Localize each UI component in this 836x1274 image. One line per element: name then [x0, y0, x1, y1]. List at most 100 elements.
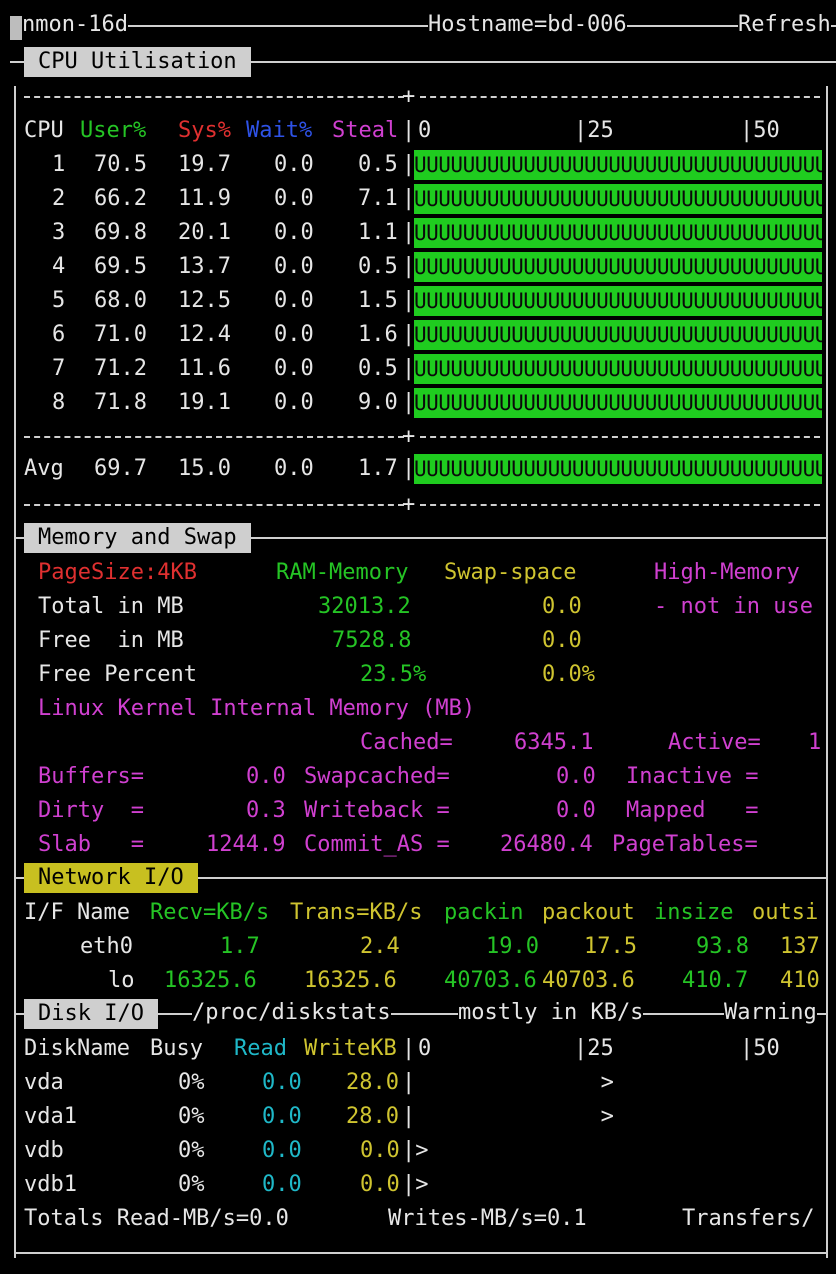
memory-total-row: Total in MB 32013.2 0.0 - not in use [0, 590, 836, 624]
total-label: Total in MB [38, 594, 184, 619]
cpu-steal: 1.1 [358, 220, 398, 245]
swap-header: Swap-space [444, 560, 577, 585]
cpu-wait: 0.0 [274, 356, 314, 381]
active-label: Active= [668, 730, 761, 755]
cpu-wait: 0.0 [274, 152, 314, 177]
totals-read: Totals Read-MB/s=0.0 [24, 1206, 289, 1231]
free-percent-swap: 0.0% [542, 662, 595, 687]
cpu-sys: 12.5 [178, 288, 231, 313]
disk-row: vdb1 0% 0.0 0.0 |> [0, 1168, 836, 1202]
avg-steal: 1.7 [358, 456, 398, 481]
memory-free-row: Free in MB 7528.8 0.0 [0, 624, 836, 658]
slab-label: Slab = [38, 832, 144, 857]
insize-header: insize [654, 900, 734, 925]
cpu-usage-bar: UUUUUUUUUUUUUUUUUUUUUUUUUUUUUUUUUUUUUUUU… [414, 286, 822, 316]
disk-write: 0.0 [360, 1172, 400, 1197]
memory-section-header: Memory and Swap [0, 520, 836, 554]
cpu-user: 71.0 [94, 322, 147, 347]
packin-header: packin [444, 900, 524, 925]
disk-name: vdb1 [24, 1172, 77, 1197]
cpu-wait: 0.0 [274, 390, 314, 415]
totals-transfers: Transfers/ [682, 1206, 815, 1231]
disk-read: 0.0 [262, 1172, 302, 1197]
totals-writes: Writes-MB/s=0.1 [388, 1206, 587, 1231]
high-memory-status: - not in use [654, 594, 813, 619]
cpu-id: 8 [52, 390, 66, 415]
busy-header: Busy [150, 1036, 203, 1061]
disk-read: 0.0 [262, 1104, 302, 1129]
cpu-id: 5 [52, 288, 66, 313]
iface-packout: 17.5 [584, 934, 637, 959]
cpu-mid-rule: + [0, 420, 836, 454]
swapcached-value: 0.0 [556, 764, 596, 789]
kernel-cached-row: Cached= 6345.1 Active= 1 [0, 726, 836, 760]
cpu-sys: 19.7 [178, 152, 231, 177]
iface-trans: 2.4 [360, 934, 400, 959]
dirty-label: Dirty = [38, 798, 144, 823]
disk-section-title: Disk I/O [24, 999, 158, 1029]
memory-freepct-row: Free Percent 23.5% 0.0% [0, 658, 836, 692]
cpu-usage-bar: UUUUUUUUUUUUUUUUUUUUUUUUUUUUUUUUUUUUUUUU… [414, 320, 822, 350]
iface-packin: 19.0 [486, 934, 539, 959]
cpu-wait: 0.0 [274, 220, 314, 245]
wait-col-header: Wait% [246, 118, 313, 143]
memory-section-title: Memory and Swap [24, 523, 251, 553]
free-percent-ram: 23.5% [360, 662, 427, 687]
packout-header: packout [542, 900, 635, 925]
cpu-usage-bar: UUUUUUUUUUUUUUUUUUUUUUUUUUUUUUUUUUUUUUUU… [414, 150, 822, 180]
disk-scale-50: |50 [740, 1036, 780, 1061]
avg-usage-bar: UUUUUUUUUUUUUUUUUUUUUUUUUUUUUUUUUUUUUUUU… [414, 454, 822, 484]
iface-insize: 93.8 [696, 934, 749, 959]
disk-header-row: DiskName Busy Read WriteKB | 0 |25 |50 [24, 1036, 780, 1061]
cpu-row: 8 71.8 19.1 0.0 9.0 | UUUUUUUUUUUUUUUUUUUUUUUU… [0, 386, 836, 420]
cpu-steal: 0.5 [358, 356, 398, 381]
cpu-id: 6 [52, 322, 66, 347]
cpu-usage-bar: UUUUUUUUUUUUUUUUUUUUUUUUUUUUUUUUUUUUUUUU… [414, 184, 822, 214]
iface-insize: 410.7 [682, 968, 749, 993]
iface-name: lo [108, 968, 135, 993]
cached-label: Cached= [360, 730, 453, 755]
cpu-wait: 0.0 [274, 186, 314, 211]
cpu-id: 2 [52, 186, 66, 211]
cpu-wait: 0.0 [274, 288, 314, 313]
disk-activity-marker: |> [402, 1172, 429, 1197]
diskname-header: DiskName [24, 1036, 130, 1061]
cpu-row: 2 66.2 11.9 0.0 7.1 | UUUUUUUUUUUUUUUUUUUUUUUU… [0, 182, 836, 216]
cpu-steal: 0.5 [358, 152, 398, 177]
disk-busy: 0% [178, 1104, 205, 1129]
kernel-slab-row: Slab = 1244.9 Commit_AS = 26480.4 PageTa… [0, 828, 836, 862]
iface-name: eth0 [80, 934, 133, 959]
cpu-wait: 0.0 [274, 254, 314, 279]
outsize-header: outsi [752, 900, 819, 925]
cpu-usage-bar: UUUUUUUUUUUUUUUUUUUUUUUUUUUUUUUUUUUUUUUU… [414, 388, 822, 418]
ram-header: RAM-Memory [276, 560, 409, 585]
hostname-label: Hostname=bd-006 [428, 12, 627, 37]
mapped-label: Mapped = [626, 798, 759, 823]
cpu-row: 6 71.0 12.4 0.0 1.6 | UUUUUUUUUUUUUUUUUUUUUUUU… [0, 318, 836, 352]
disk-activity-marker: |> [402, 1138, 429, 1163]
cpu-steal: 9.0 [358, 390, 398, 415]
disk-units-note: mostly in KB/s [458, 1000, 644, 1025]
write-header: WriteKB [304, 1036, 397, 1061]
cpu-row: 4 69.5 13.7 0.0 0.5 | UUUUUUUUUUUUUUUUUUUUUUUU… [0, 250, 836, 284]
network-row: lo 16325.6 16325.6 40703.6 40703.6 410.7… [0, 964, 836, 998]
scale-50: |50 [740, 118, 780, 143]
cpu-sys: 20.1 [178, 220, 231, 245]
disk-section-header: Disk I/O /proc/diskstats mostly in KB/s … [0, 996, 836, 1030]
cpu-bottom-rule: + [0, 488, 836, 522]
kernel-dirty-row: Dirty = 0.3 Writeback = 0.0 Mapped = [0, 794, 836, 828]
cpu-wait: 0.0 [274, 322, 314, 347]
cpu-user: 69.5 [94, 254, 147, 279]
avg-sys: 15.0 [178, 456, 231, 481]
commit-as-value: 26480.4 [500, 832, 593, 857]
memory-header-row: PageSize:4KB RAM-Memory Swap-space High-… [0, 556, 836, 590]
scale-25: |25 [574, 118, 614, 143]
pagesize-label: PageSize:4KB [38, 560, 197, 585]
high-memory-header: High-Memory [654, 560, 800, 585]
cpu-user: 68.0 [94, 288, 147, 313]
iface-outsize: 137 [780, 934, 820, 959]
disk-busy: 0% [178, 1070, 205, 1095]
disk-name: vda1 [24, 1104, 77, 1129]
disk-row: vda 0% 0.0 28.0 | > [0, 1066, 836, 1100]
network-section-title: Network I/O [24, 863, 198, 893]
